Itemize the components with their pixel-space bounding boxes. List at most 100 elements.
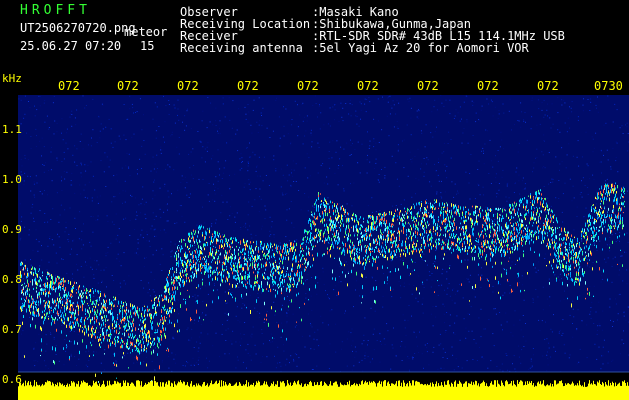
signal-speck xyxy=(175,290,176,295)
noise-speck xyxy=(141,145,143,147)
noise-speck xyxy=(593,178,595,180)
signal-speck xyxy=(104,305,105,309)
noise-speck xyxy=(396,178,398,180)
noise-speck xyxy=(370,291,372,293)
noise-speck xyxy=(411,161,413,163)
signal-speck xyxy=(209,236,210,238)
signal-speck xyxy=(95,373,96,377)
signal-speck xyxy=(168,311,169,314)
signal-speck xyxy=(132,320,133,323)
signal-speck xyxy=(232,246,233,248)
noise-speck xyxy=(351,369,353,371)
noise-speck xyxy=(259,188,261,190)
noise-speck xyxy=(533,206,535,208)
signal-speck xyxy=(276,269,277,272)
signal-speck xyxy=(191,279,192,282)
noise-speck xyxy=(186,108,188,110)
signal-speck xyxy=(224,262,225,266)
signal-speck xyxy=(71,293,72,296)
signal-speck xyxy=(296,272,297,276)
signal-speck xyxy=(208,255,209,258)
noise-speck xyxy=(517,151,519,153)
signal-speck xyxy=(139,350,140,355)
signal-speck xyxy=(42,275,43,277)
noise-speck xyxy=(143,204,145,206)
signal-speck xyxy=(267,248,268,251)
signal-speck xyxy=(119,331,120,334)
noise-speck xyxy=(492,333,494,335)
noise-speck xyxy=(241,307,243,309)
signal-speck xyxy=(225,240,226,243)
noise-speck xyxy=(297,126,299,128)
noise-speck xyxy=(508,197,510,199)
noise-speck xyxy=(36,182,38,184)
noise-speck xyxy=(38,241,40,243)
signal-speck xyxy=(188,260,189,262)
noise-speck xyxy=(392,347,394,349)
signal-speck xyxy=(321,203,322,205)
noise-speck xyxy=(492,285,494,287)
signal-speck xyxy=(157,336,158,340)
noise-speck xyxy=(200,332,202,334)
signal-speck xyxy=(100,326,101,329)
noise-speck xyxy=(444,164,446,166)
signal-speck xyxy=(202,231,203,235)
signal-speck xyxy=(162,325,163,330)
signal-speck xyxy=(177,319,178,323)
signal-speck xyxy=(288,285,289,289)
noise-speck xyxy=(301,335,303,337)
signal-speck xyxy=(250,241,251,244)
noise-speck xyxy=(490,160,492,162)
signal-speck xyxy=(290,273,291,275)
noise-speck xyxy=(159,187,161,189)
noise-speck xyxy=(569,106,570,108)
noise-speck xyxy=(551,178,553,180)
noise-speck xyxy=(432,263,434,265)
noise-speck xyxy=(97,215,99,217)
noise-speck xyxy=(469,198,471,200)
noise-speck xyxy=(298,190,300,191)
noise-speck xyxy=(171,131,173,133)
signal-speck xyxy=(239,263,240,267)
signal-speck xyxy=(60,299,61,304)
signal-speck xyxy=(38,304,39,306)
noise-speck xyxy=(562,221,564,223)
noise-speck xyxy=(104,311,106,313)
noise-speck xyxy=(304,135,306,137)
signal-speck xyxy=(219,254,220,256)
signal-speck xyxy=(266,261,267,264)
noise-speck xyxy=(119,350,121,352)
noise-speck xyxy=(379,210,381,211)
signal-speck xyxy=(259,268,260,270)
signal-speck xyxy=(90,298,91,302)
noise-speck xyxy=(408,283,410,285)
signal-speck xyxy=(165,295,166,298)
noise-speck xyxy=(143,304,145,306)
signal-speck xyxy=(91,303,92,305)
signal-speck xyxy=(196,238,197,243)
noise-speck xyxy=(513,254,515,256)
noise-speck xyxy=(71,310,73,312)
noise-speck xyxy=(412,158,413,160)
noise-speck xyxy=(527,270,529,272)
signal-speck xyxy=(61,307,62,309)
signal-speck xyxy=(203,265,204,267)
noise-speck xyxy=(118,241,120,243)
signal-speck xyxy=(201,267,202,269)
noise-speck xyxy=(433,346,435,348)
noise-speck xyxy=(352,350,353,352)
noise-speck xyxy=(597,111,599,113)
signal-speck xyxy=(51,306,52,309)
signal-speck xyxy=(63,322,64,324)
signal-speck xyxy=(192,235,193,239)
noise-speck xyxy=(569,354,571,356)
signal-speck xyxy=(210,269,211,273)
noise-speck xyxy=(417,237,419,239)
noise-speck xyxy=(262,180,264,182)
signal-speck xyxy=(244,252,245,255)
noise-speck xyxy=(523,231,524,233)
signal-speck xyxy=(46,284,47,288)
noise-speck xyxy=(49,238,51,240)
signal-speck xyxy=(38,280,39,283)
signal-speck xyxy=(180,304,181,308)
